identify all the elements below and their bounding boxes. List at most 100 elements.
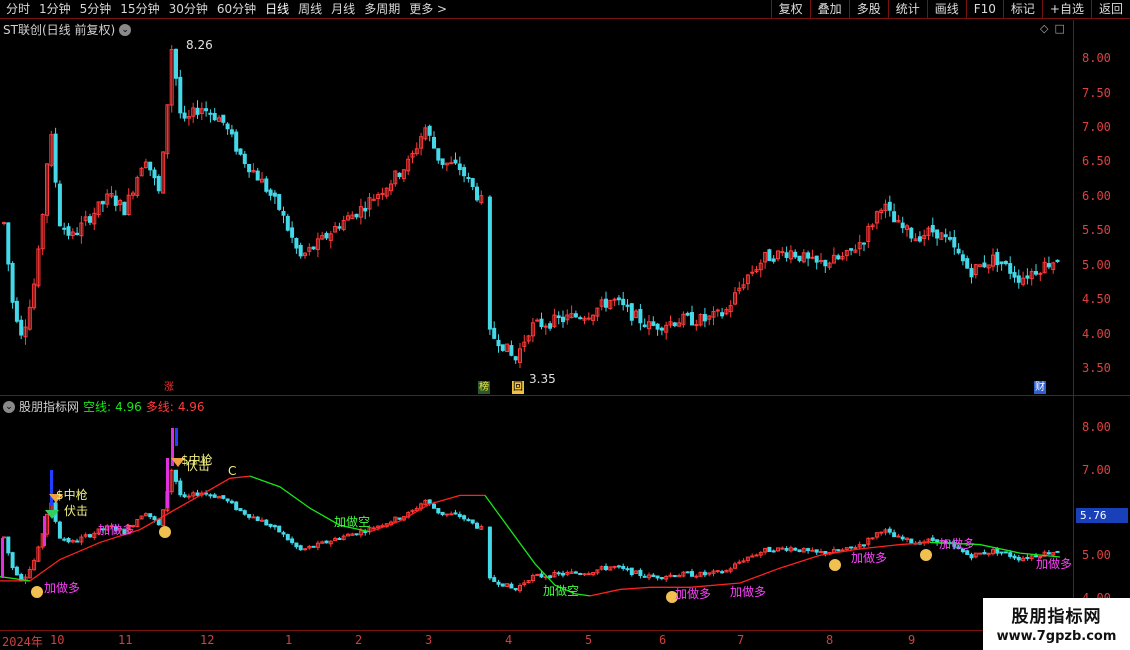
main-candle-body[interactable]: [612, 298, 617, 301]
indicator-candle-body[interactable]: [251, 516, 256, 519]
indicator-candle-body[interactable]: [509, 583, 514, 589]
back-button[interactable]: 返回: [1090, 0, 1130, 19]
finance-marker[interactable]: 财: [1034, 381, 1046, 394]
ranking-marker[interactable]: 榜: [478, 381, 490, 394]
main-candle-body[interactable]: [917, 236, 922, 242]
indicator-candle-body[interactable]: [814, 549, 819, 553]
indicator-candle-body[interactable]: [234, 501, 239, 510]
indicator-candle-body[interactable]: [290, 538, 295, 544]
indicator-candle-body[interactable]: [720, 571, 725, 574]
main-candle-body[interactable]: [836, 255, 841, 260]
indicator-candle-body[interactable]: [797, 549, 802, 553]
main-candle-body[interactable]: [1034, 271, 1038, 275]
indicator-candle-body[interactable]: [432, 503, 436, 509]
main-candle-body[interactable]: [797, 255, 802, 262]
indicator-candle-body[interactable]: [182, 494, 187, 498]
main-candle-body[interactable]: [496, 339, 501, 347]
main-candle-body[interactable]: [255, 170, 260, 181]
main-candle-body[interactable]: [6, 222, 11, 265]
main-candle-body[interactable]: [2, 222, 6, 225]
indicator-candle-body[interactable]: [535, 573, 540, 576]
indicator-candle-body[interactable]: [513, 588, 518, 591]
indicator-candle-body[interactable]: [784, 548, 789, 551]
indicator-candle-body[interactable]: [354, 533, 359, 536]
main-candle-body[interactable]: [285, 215, 290, 231]
main-candle-body[interactable]: [629, 303, 634, 321]
main-candle-body[interactable]: [53, 133, 58, 183]
main-candle-body[interactable]: [427, 125, 432, 136]
main-candle-body[interactable]: [771, 258, 776, 262]
indicator-candle-body[interactable]: [285, 534, 290, 541]
main-candle-body[interactable]: [311, 246, 316, 250]
indicator-candle-body[interactable]: [148, 513, 153, 518]
main-candle-body[interactable]: [113, 195, 118, 206]
main-candle-body[interactable]: [513, 356, 518, 361]
indicator-candle-body[interactable]: [672, 575, 677, 578]
indicator-candle-body[interactable]: [999, 551, 1004, 554]
indicator-candle-body[interactable]: [982, 551, 987, 555]
main-candle-body[interactable]: [685, 312, 690, 316]
main-candle-body[interactable]: [462, 167, 467, 177]
indicator-candle-body[interactable]: [1046, 552, 1051, 555]
indicator-candle-body[interactable]: [397, 517, 402, 520]
main-candle-body[interactable]: [66, 226, 71, 236]
indicator-candle-body[interactable]: [548, 575, 553, 579]
indicator-candle-body[interactable]: [870, 537, 875, 540]
indicator-candle-body[interactable]: [556, 572, 561, 575]
main-candle-body[interactable]: [324, 232, 329, 239]
indicator-candle-body[interactable]: [298, 545, 303, 551]
indicator-candle-body[interactable]: [66, 538, 71, 543]
indicator-candle-body[interactable]: [1055, 550, 1060, 553]
main-candle-body[interactable]: [943, 234, 948, 238]
indicator-candle-body[interactable]: [427, 499, 432, 504]
main-candle-body[interactable]: [780, 251, 785, 254]
main-candle-body[interactable]: [1038, 272, 1043, 275]
indicator-candle-body[interactable]: [229, 500, 234, 504]
indicator-candle-body[interactable]: [14, 566, 19, 576]
main-candle-body[interactable]: [655, 323, 660, 330]
main-candle-body[interactable]: [500, 344, 505, 351]
indicator-candle-body[interactable]: [978, 552, 983, 555]
indicator-candle-body[interactable]: [500, 583, 505, 587]
indicator-candle-body[interactable]: [436, 507, 441, 514]
main-candle-body[interactable]: [290, 227, 295, 238]
main-candle-body[interactable]: [642, 324, 647, 328]
indicator-candle-body[interactable]: [625, 568, 630, 571]
indicator-candle-body[interactable]: [836, 549, 841, 552]
main-candle-body[interactable]: [999, 261, 1004, 265]
indicator-candle-body[interactable]: [242, 510, 247, 515]
indicator-candle-body[interactable]: [453, 512, 458, 515]
indicator-candle-body[interactable]: [638, 569, 643, 576]
main-candle-body[interactable]: [767, 249, 772, 262]
indicator-candle-body[interactable]: [1012, 555, 1017, 559]
main-candle-body[interactable]: [578, 317, 583, 320]
indicator-candle-body[interactable]: [651, 574, 656, 578]
indicator-candle-body[interactable]: [750, 555, 755, 558]
main-candle-body[interactable]: [436, 148, 441, 161]
main-candle-body[interactable]: [715, 309, 720, 312]
indicator-candle-body[interactable]: [930, 537, 935, 541]
main-candle-body[interactable]: [100, 200, 105, 205]
indicator-candle-body[interactable]: [823, 550, 828, 555]
main-candle-body[interactable]: [363, 207, 368, 212]
indicator-candle-body[interactable]: [247, 514, 252, 518]
main-candle-body[interactable]: [573, 313, 578, 318]
indicator-candle-body[interactable]: [819, 551, 823, 554]
indicator-candle-body[interactable]: [896, 535, 901, 538]
main-candle-body[interactable]: [909, 227, 914, 239]
indicator-candle-body[interactable]: [793, 547, 798, 551]
indicator-candle-body[interactable]: [195, 492, 200, 496]
indicator-candle-body[interactable]: [1008, 552, 1013, 557]
main-candle-body[interactable]: [432, 136, 436, 149]
main-candle-body[interactable]: [651, 321, 656, 326]
main-candle-body[interactable]: [174, 48, 178, 79]
main-candle-body[interactable]: [195, 107, 200, 115]
indicator-candle-body[interactable]: [311, 545, 316, 548]
indicator-candle-body[interactable]: [806, 548, 811, 552]
indicator-candle-body[interactable]: [238, 508, 243, 512]
indicator-candle-body[interactable]: [186, 495, 191, 498]
main-candle-body[interactable]: [294, 237, 299, 249]
main-candle-body[interactable]: [810, 256, 815, 259]
main-candle-body[interactable]: [238, 148, 243, 155]
main-candle-body[interactable]: [750, 271, 755, 274]
